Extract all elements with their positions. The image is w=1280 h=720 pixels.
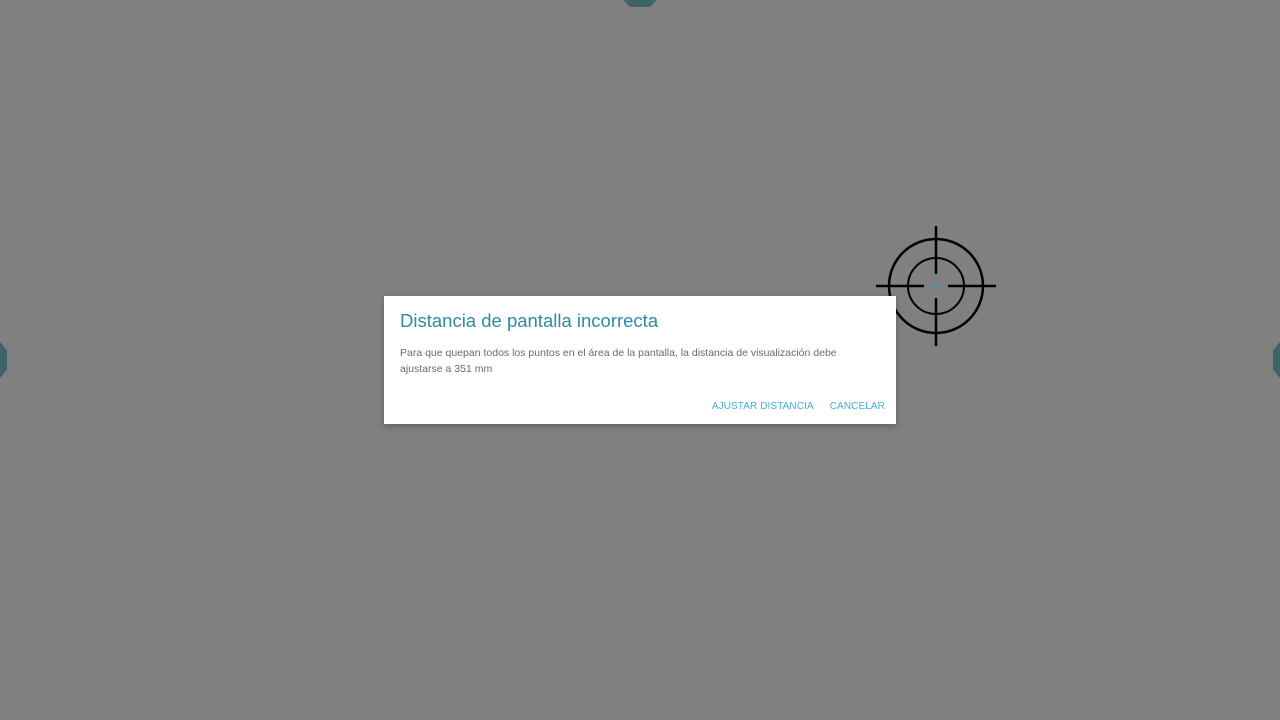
right-edge-marker-icon xyxy=(1273,341,1280,379)
left-edge-marker-icon xyxy=(0,341,7,379)
distance-warning-dialog: Distancia de pantalla incorrecta Para qu… xyxy=(384,296,896,424)
dialog-message: Para que quepan todos los puntos en el á… xyxy=(400,347,837,375)
dialog-actions: AJUSTAR DISTANCIA CANCELAR xyxy=(712,401,885,412)
cancel-button[interactable]: CANCELAR xyxy=(830,401,885,412)
adjust-distance-button[interactable]: AJUSTAR DISTANCIA xyxy=(712,401,814,412)
top-edge-marker-icon xyxy=(620,0,660,7)
dialog-title: Distancia de pantalla incorrecta xyxy=(400,310,659,331)
calibration-screen: Distancia de pantalla incorrecta Para qu… xyxy=(0,0,1280,720)
